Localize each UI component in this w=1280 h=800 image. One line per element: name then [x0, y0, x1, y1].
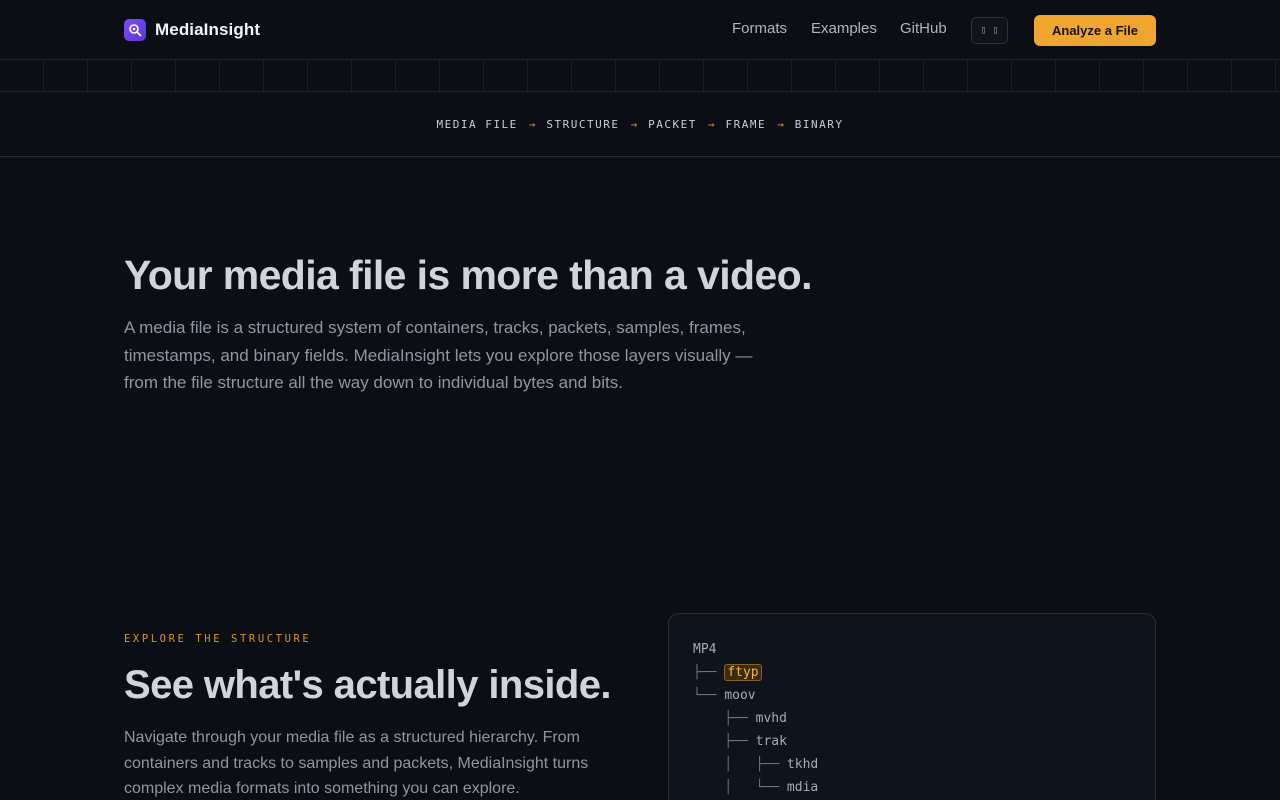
- top-nav-bar: MediaInsight Formats Examples GitHub ▯ ▯…: [0, 0, 1280, 60]
- tree-row[interactable]: ├── ftyp: [693, 661, 1131, 684]
- tree-node-trak[interactable]: trak: [756, 734, 787, 749]
- tree-row[interactable]: └── moov: [693, 684, 1131, 707]
- arrow-right-icon: →: [707, 117, 715, 131]
- analyze-file-button[interactable]: Analyze a File: [1034, 15, 1156, 46]
- brand-link[interactable]: MediaInsight: [124, 19, 260, 41]
- structure-tree-panel: MP4 ├── ftyp └── moov ├── mvhd ├── trak …: [668, 613, 1156, 800]
- magnifier-icon: [124, 19, 146, 41]
- arrow-right-icon: →: [777, 117, 784, 131]
- layer-pipeline: MEDIA FILE → STRUCTURE → PACKET → FRAME …: [0, 92, 1280, 157]
- tree-node-mdia[interactable]: mdia: [787, 780, 818, 795]
- pipeline-step-binary: BINARY: [794, 117, 844, 131]
- pipeline-step-structure: STRUCTURE: [546, 117, 620, 131]
- section-eyebrow: EXPLORE THE STRUCTURE: [124, 633, 312, 645]
- hero-description: A media file is a structured system of c…: [124, 318, 753, 392]
- tree-row[interactable]: │ └── mdia: [693, 776, 1131, 799]
- hero-title: Your media file is more than a video.: [124, 252, 813, 298]
- tree-node-moov[interactable]: moov: [724, 688, 755, 703]
- pipeline-step-frame: FRAME: [725, 117, 767, 131]
- nav-link-examples[interactable]: Examples: [811, 20, 877, 37]
- arrow-right-icon: →: [528, 117, 536, 131]
- tree-row[interactable]: │ ├── tkhd: [693, 753, 1131, 776]
- theme-toggle-button[interactable]: ▯ ▯: [971, 17, 1008, 44]
- nav-link-formats[interactable]: Formats: [732, 20, 787, 37]
- pipeline-step-packet: PACKET: [648, 117, 697, 131]
- nav-link-github[interactable]: GitHub: [900, 20, 947, 37]
- pipeline-step-media-file: MEDIA FILE: [436, 117, 518, 131]
- section-title: See what's actually inside.: [124, 663, 611, 707]
- tree-row[interactable]: ├── mvhd: [693, 707, 1131, 730]
- tree-node-ftyp[interactable]: ftyp: [724, 664, 762, 681]
- tree-row[interactable]: MP4: [693, 638, 1131, 661]
- tree-row[interactable]: ├── trak: [693, 730, 1131, 753]
- tree-node-mvhd[interactable]: mvhd: [756, 711, 787, 726]
- arrow-right-icon: →: [630, 117, 638, 131]
- tree-node-mp4[interactable]: MP4: [693, 642, 716, 657]
- decorative-ruler-strip: [0, 61, 1280, 92]
- brand-name: MediaInsight: [155, 20, 261, 39]
- section-description: Navigate through your media file as a st…: [124, 729, 589, 797]
- tree-node-tkhd[interactable]: tkhd: [787, 757, 818, 772]
